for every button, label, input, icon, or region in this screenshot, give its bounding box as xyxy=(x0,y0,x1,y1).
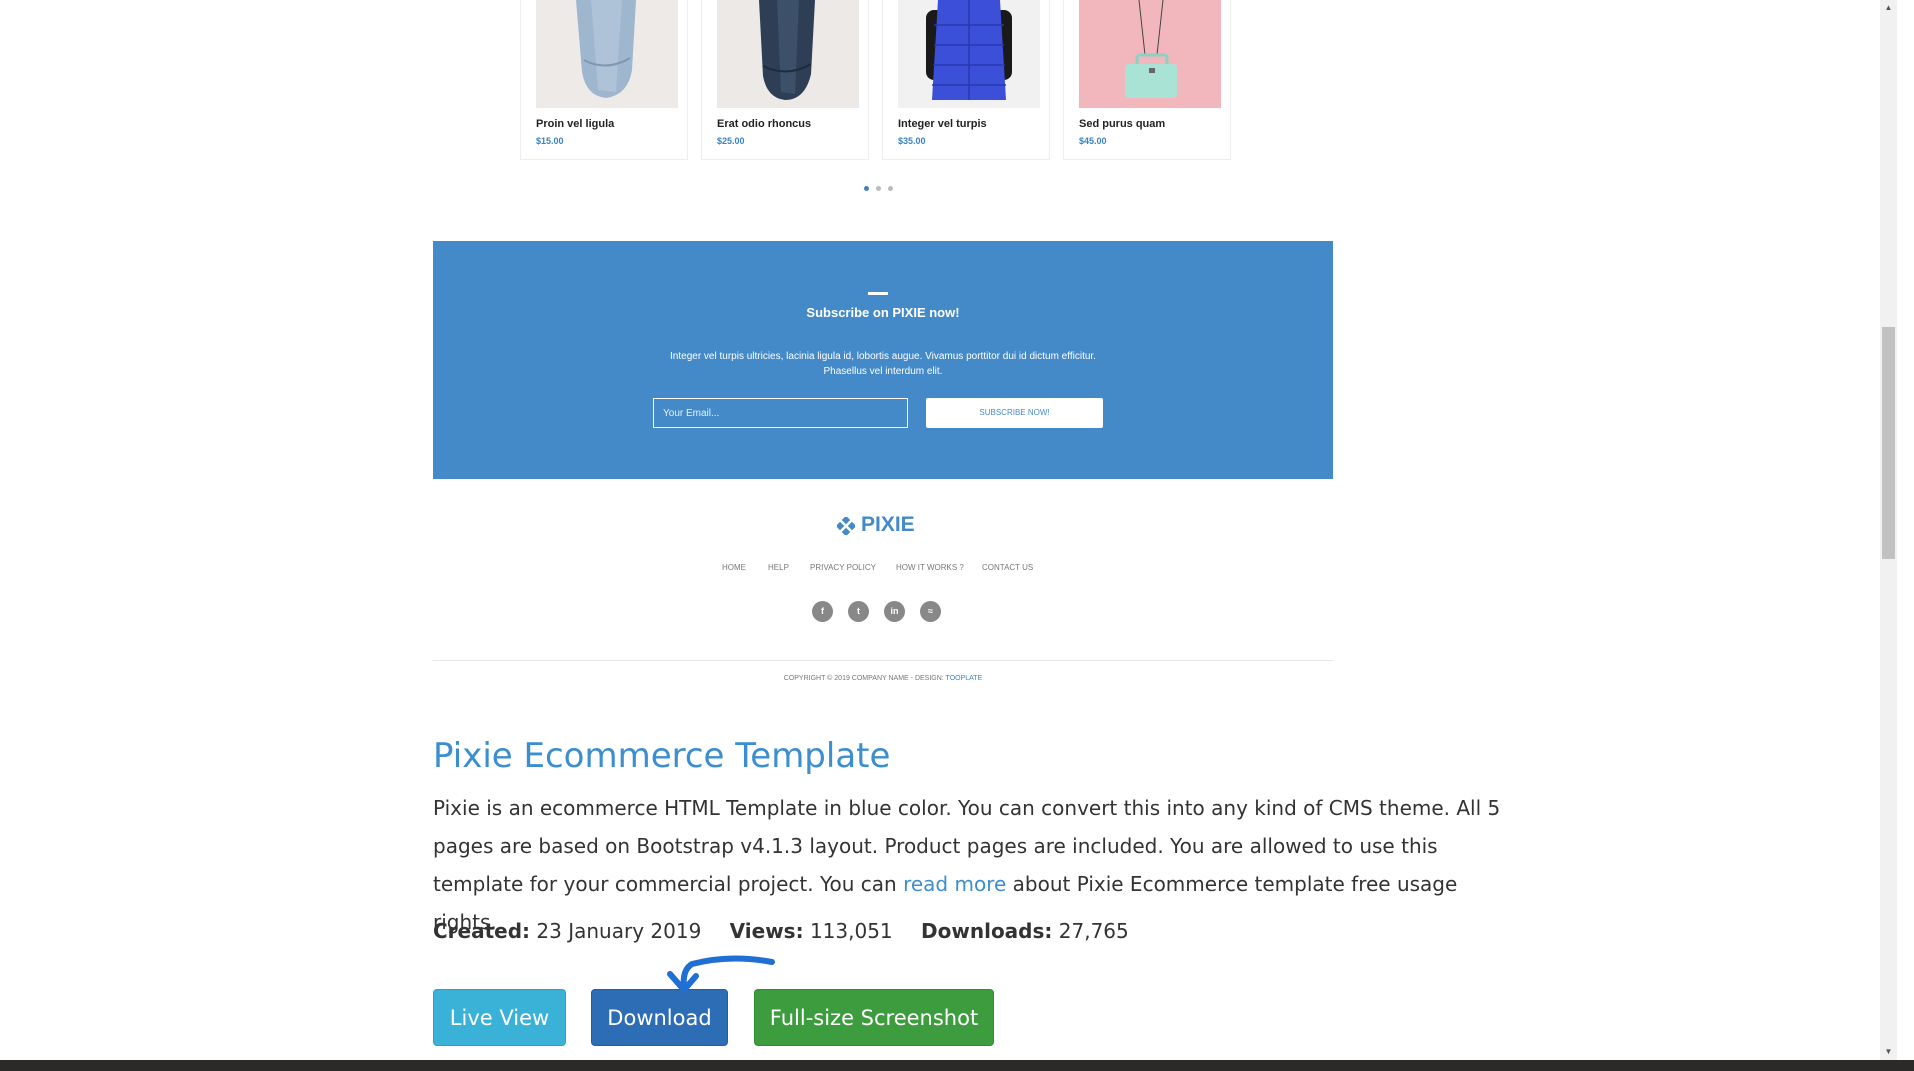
carousel-dots xyxy=(864,186,894,192)
views-info: Views: 113,051 xyxy=(729,919,893,943)
footer-link-home[interactable]: HOME xyxy=(722,563,746,572)
product-price: $15.00 xyxy=(536,136,564,146)
carousel-dot[interactable] xyxy=(876,186,881,191)
product-name[interactable]: Integer vel turpis xyxy=(898,118,987,130)
subscribe-banner: Subscribe on PIXIE now! Integer vel turp… xyxy=(433,241,1333,479)
product-name[interactable]: Erat odio rhoncus xyxy=(717,118,811,130)
carousel-dot-active[interactable] xyxy=(864,186,869,191)
copyright-text: COPYRIGHT © 2019 COMPANY NAME - DESIGN: xyxy=(783,675,946,682)
page-viewport: Proin vel ligula $15.00 Erat odio rhoncu… xyxy=(0,0,1897,1060)
product-price: $35.00 xyxy=(898,136,926,146)
arrow-annotation-icon xyxy=(667,955,775,993)
taskbar xyxy=(0,1060,1914,1071)
download-button[interactable]: Download xyxy=(591,989,728,1046)
footer-link-privacy[interactable]: PRIVACY POLICY xyxy=(810,563,876,572)
twitter-icon[interactable]: t xyxy=(848,601,869,622)
brand-logo[interactable]: PIXIE xyxy=(837,513,957,539)
product-card[interactable]: Sed purus quam $45.00 xyxy=(1063,0,1231,160)
facebook-icon[interactable]: f xyxy=(812,601,833,622)
product-image-dark-jeans[interactable] xyxy=(717,0,859,108)
social-links: f t in ≈ xyxy=(812,601,944,623)
downloads-info: Downloads: 27,765 xyxy=(921,919,1129,943)
brand-name: PIXIE xyxy=(861,513,915,536)
scroll-thumb[interactable] xyxy=(1882,327,1895,559)
diamond-logo-icon xyxy=(837,517,855,535)
footer-divider xyxy=(433,660,1333,661)
vertical-scrollbar[interactable]: ▲ ▼ xyxy=(1880,0,1897,1060)
product-name[interactable]: Sed purus quam xyxy=(1079,118,1165,130)
subscribe-title: Subscribe on PIXIE now! xyxy=(806,305,960,320)
email-input[interactable] xyxy=(653,398,908,428)
footer-link-help[interactable]: HELP xyxy=(768,563,789,572)
template-meta: Created: 23 January 2019 Views: 113,051 … xyxy=(433,919,1151,943)
product-image-blue-vest[interactable] xyxy=(898,0,1040,108)
subscribe-button[interactable]: SUBSCRIBE NOW! xyxy=(926,398,1103,428)
page-title: Pixie Ecommerce Template xyxy=(433,736,891,776)
title-accent-bar xyxy=(868,292,888,295)
copyright: COPYRIGHT © 2019 COMPANY NAME - DESIGN: … xyxy=(433,675,1333,682)
carousel-dot[interactable] xyxy=(888,186,893,191)
tooplate-link[interactable]: TOOPLATE xyxy=(946,675,983,682)
footer-link-contact[interactable]: CONTACT US xyxy=(982,563,1033,572)
linkedin-icon[interactable]: in xyxy=(884,601,905,622)
read-more-link[interactable]: read more xyxy=(903,872,1006,896)
rss-icon[interactable]: ≈ xyxy=(920,601,941,622)
product-name[interactable]: Proin vel ligula xyxy=(536,118,614,130)
footer-nav: HOME HELP PRIVACY POLICY HOW IT WORKS ? … xyxy=(720,563,1040,575)
full-size-screenshot-button[interactable]: Full-size Screenshot xyxy=(754,989,994,1046)
product-carousel: Proin vel ligula $15.00 Erat odio rhoncu… xyxy=(520,0,1240,160)
scroll-up-icon[interactable]: ▲ xyxy=(1880,0,1897,16)
scroll-down-icon[interactable]: ▼ xyxy=(1880,1044,1897,1060)
product-price: $25.00 xyxy=(717,136,745,146)
product-card[interactable]: Integer vel turpis $35.00 xyxy=(882,0,1050,160)
product-price: $45.00 xyxy=(1079,136,1107,146)
created-info: Created: 23 January 2019 xyxy=(433,919,702,943)
product-image-light-jeans[interactable] xyxy=(536,0,678,108)
live-view-button[interactable]: Live View xyxy=(433,989,566,1046)
product-card[interactable]: Erat odio rhoncus $25.00 xyxy=(701,0,869,160)
subscribe-text: Integer vel turpis ultricies, lacinia li… xyxy=(670,351,1096,377)
footer-link-how-it-works[interactable]: HOW IT WORKS ? xyxy=(896,563,964,572)
product-image-mint-bag[interactable] xyxy=(1079,0,1221,108)
product-card[interactable]: Proin vel ligula $15.00 xyxy=(520,0,688,160)
